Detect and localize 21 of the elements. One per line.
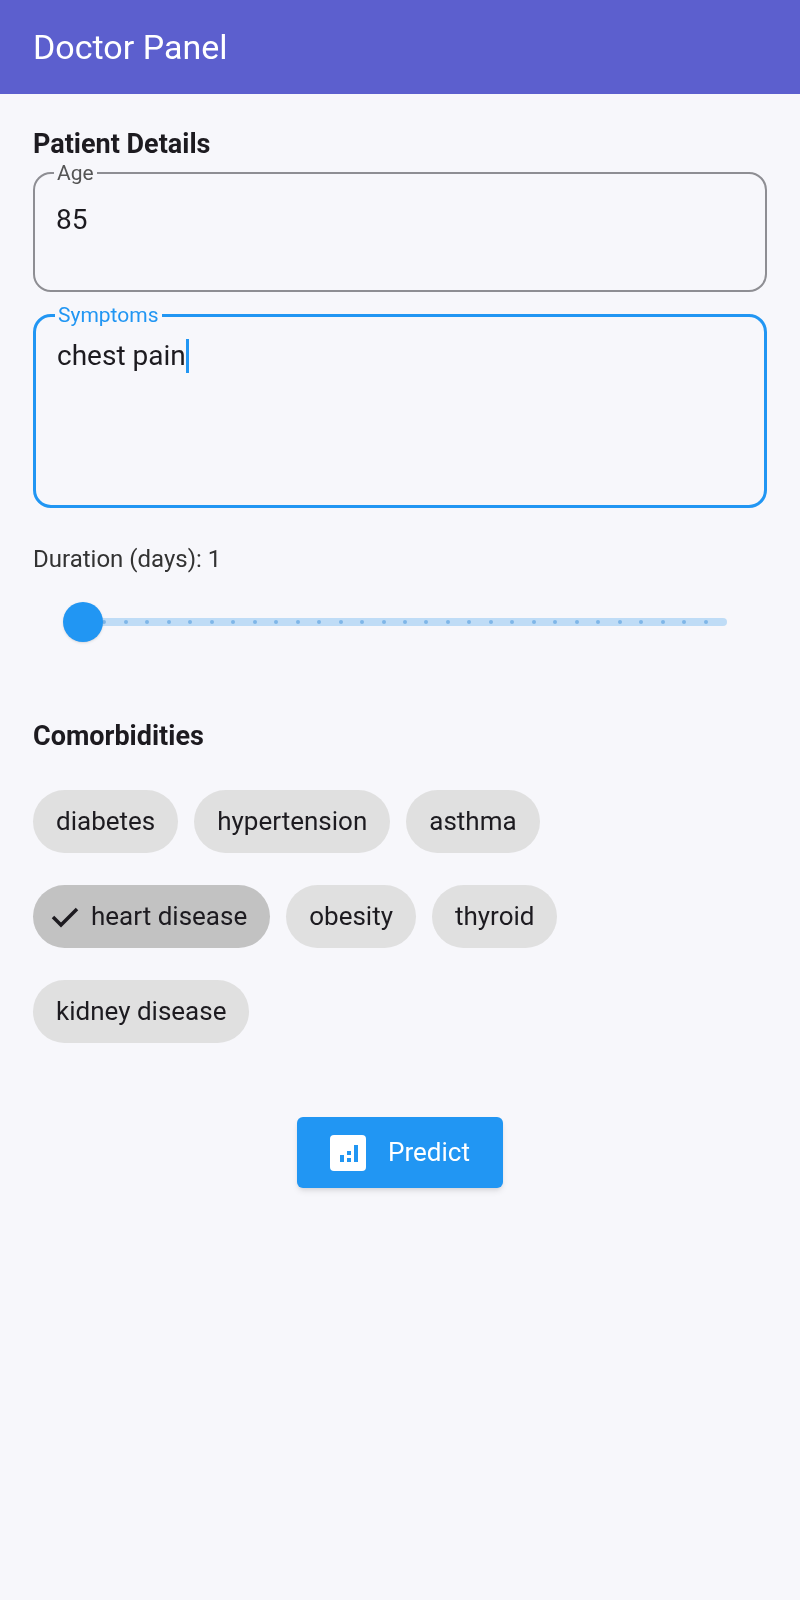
- field-label: Age: [56, 162, 95, 184]
- slider-thumb[interactable]: [63, 602, 103, 642]
- check-icon: [51, 905, 79, 928]
- field-value: 85: [56, 202, 88, 238]
- field-label: Symptoms: [57, 304, 160, 326]
- slider-label: Duration (days): 1: [33, 544, 222, 574]
- input-field[interactable]: Age 85: [33, 162, 767, 292]
- filter-chip[interactable]: heart disease: [33, 885, 271, 948]
- field-value: chest pain: [57, 338, 186, 374]
- filter-chip[interactable]: kidney disease: [33, 980, 250, 1043]
- app-title: Doctor Panel: [33, 25, 228, 69]
- text-cursor: [185, 339, 189, 373]
- filter-chip[interactable]: thyroid: [431, 885, 558, 948]
- section-heading: Patient Details: [33, 128, 212, 160]
- filter-chip[interactable]: asthma: [406, 790, 540, 853]
- filter-chip[interactable]: diabetes: [33, 790, 179, 853]
- section-heading: Comorbidities: [33, 720, 204, 752]
- bar-chart-icon: [330, 1134, 367, 1171]
- filter-chip[interactable]: hypertension: [194, 790, 391, 853]
- filter-chip[interactable]: obesity: [286, 885, 416, 948]
- input-field[interactable]: Symptoms chest pain: [33, 304, 767, 508]
